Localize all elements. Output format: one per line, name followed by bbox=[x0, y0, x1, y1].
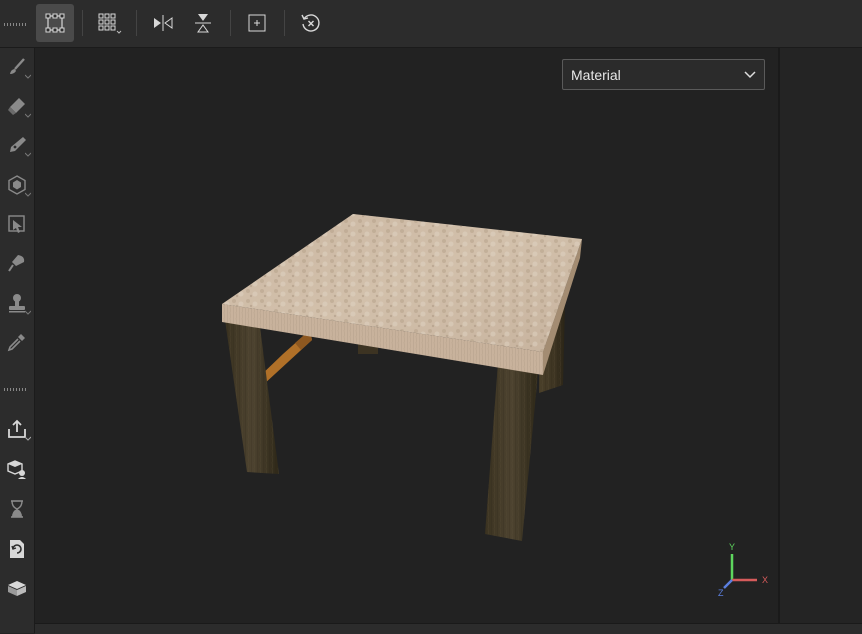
top-toolbar bbox=[0, 0, 862, 48]
toolbar-separator bbox=[82, 10, 83, 36]
mirror-horizontal-button[interactable] bbox=[144, 4, 182, 42]
timer-icon bbox=[11, 500, 23, 518]
toolbar-grip[interactable] bbox=[4, 23, 28, 26]
bake-icon bbox=[7, 460, 26, 479]
mirror-horizontal-icon bbox=[154, 15, 173, 31]
y-axis-label: Y bbox=[729, 542, 735, 552]
mirror-vertical-button[interactable] bbox=[184, 4, 222, 42]
export-button[interactable] bbox=[2, 414, 32, 444]
axis-gizmo[interactable]: Y X Z bbox=[712, 540, 772, 600]
smudge-icon bbox=[8, 255, 25, 272]
pen-tool-button[interactable] bbox=[2, 130, 32, 160]
polygon-fill-tool-button[interactable] bbox=[2, 170, 32, 200]
selection-frame-icon bbox=[45, 13, 65, 33]
bottom-status-bar bbox=[35, 623, 862, 634]
mesh-button[interactable] bbox=[2, 573, 32, 603]
3d-viewport[interactable]: Material Y X Z bbox=[35, 48, 778, 623]
toolbar-separator bbox=[136, 10, 137, 36]
projection-icon bbox=[8, 215, 25, 233]
grid-options-button[interactable] bbox=[90, 4, 128, 42]
grid-options-icon bbox=[98, 13, 122, 34]
left-toolbar bbox=[0, 23, 35, 633]
x-axis-label: X bbox=[762, 575, 768, 585]
reset-camera-icon bbox=[301, 14, 320, 32]
smudge-tool-button[interactable] bbox=[2, 248, 32, 278]
shading-mode-value: Material bbox=[571, 66, 621, 83]
z-axis-line bbox=[723, 579, 733, 589]
reset-camera-button[interactable] bbox=[292, 4, 330, 42]
refresh-file-icon bbox=[10, 540, 24, 558]
timer-button[interactable] bbox=[2, 494, 32, 524]
right-panel bbox=[778, 48, 862, 623]
frame-center-button[interactable] bbox=[238, 4, 276, 42]
refresh-file-button[interactable] bbox=[2, 534, 32, 564]
brush-tool-button[interactable] bbox=[2, 52, 32, 82]
mesh-icon bbox=[8, 581, 26, 596]
toolbar-separator bbox=[284, 10, 285, 36]
chevron-down-icon bbox=[744, 71, 756, 79]
eraser-tool-button[interactable] bbox=[2, 91, 32, 121]
color-picker-tool-button[interactable] bbox=[2, 327, 32, 357]
clone-stamp-tool-button[interactable] bbox=[2, 288, 32, 318]
table-model[interactable] bbox=[35, 48, 778, 623]
shading-mode-dropdown[interactable]: Material bbox=[562, 59, 765, 90]
z-axis-label: Z bbox=[718, 588, 724, 598]
mirror-vertical-icon bbox=[195, 14, 211, 33]
projection-tool-button[interactable] bbox=[2, 209, 32, 239]
toolbar-separator bbox=[230, 10, 231, 36]
toolbar-grip[interactable] bbox=[4, 388, 28, 391]
color-picker-icon bbox=[7, 334, 25, 352]
selection-frame-button[interactable] bbox=[36, 4, 74, 42]
frame-center-icon bbox=[248, 14, 266, 32]
bake-button[interactable] bbox=[2, 454, 32, 484]
